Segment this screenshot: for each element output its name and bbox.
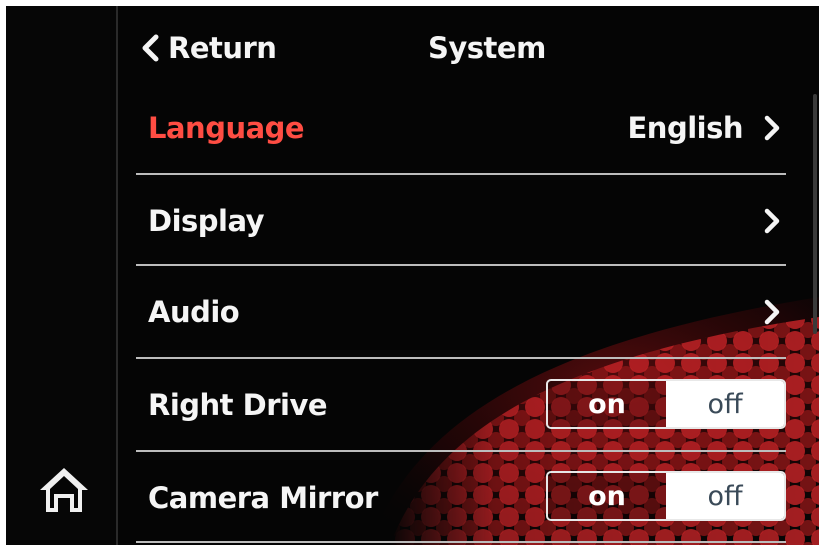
scrollbar[interactable] (813, 94, 817, 334)
sidebar-divider (116, 6, 118, 545)
setting-label-language: Language (148, 111, 305, 145)
setting-row-language[interactable]: Language English (136, 82, 785, 174)
right-drive-off-option[interactable]: off (666, 381, 784, 427)
chevron-right-icon (764, 208, 780, 234)
setting-label-display: Display (148, 204, 265, 238)
chevron-right-icon (764, 299, 780, 325)
right-drive-toggle[interactable]: on off (546, 379, 786, 429)
chevron-left-icon (142, 34, 159, 62)
setting-label-audio: Audio (148, 295, 240, 329)
return-button[interactable]: Return (140, 28, 277, 68)
camera-mirror-on-option[interactable]: on (548, 473, 666, 519)
row-divider (136, 541, 786, 543)
right-drive-on-option[interactable]: on (548, 381, 666, 427)
setting-row-audio[interactable]: Audio (136, 266, 785, 358)
system-settings-screen: Return System Language English Display A… (6, 6, 819, 545)
home-icon[interactable] (38, 464, 90, 516)
setting-row-display[interactable]: Display (136, 175, 785, 267)
camera-mirror-toggle[interactable]: on off (546, 471, 786, 521)
chevron-right-icon (764, 115, 780, 141)
setting-label-camera-mirror: Camera Mirror (148, 481, 378, 515)
setting-label-right-drive: Right Drive (148, 388, 328, 422)
camera-mirror-off-option[interactable]: off (666, 473, 784, 519)
page-title: System (428, 31, 546, 65)
return-label: Return (168, 31, 277, 65)
setting-value-language: English (627, 111, 743, 145)
